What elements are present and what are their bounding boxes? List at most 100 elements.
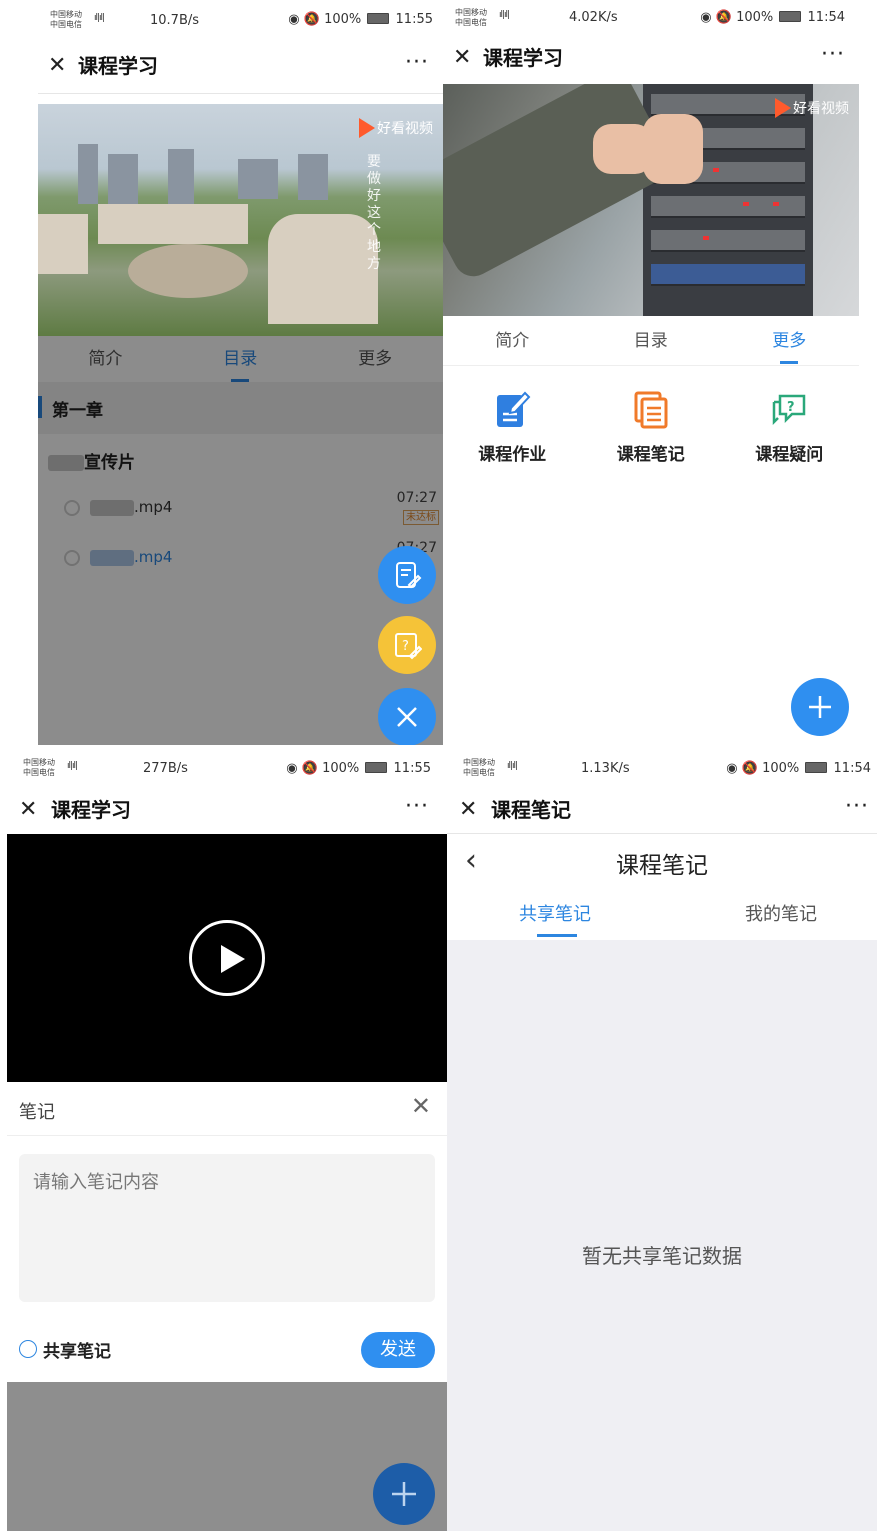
video-player[interactable]: 要做好这个地方 好看视频 (38, 104, 443, 336)
empty-state-text: 暂无共享笔记数据 (582, 1244, 742, 1268)
eye-icon: ◉ (286, 761, 298, 776)
notes-tab-bar: 共享笔记 我的笔记 (447, 888, 877, 940)
more-menu-button[interactable]: ··· (845, 794, 869, 819)
status-bar: 中国移动 中国电信 ıl|ıl| 1.13K/s ◉ 🔕 100% 11:54 (447, 752, 877, 792)
ask-question-button[interactable]: ? (378, 616, 436, 674)
battery-percent: 100% (736, 10, 774, 25)
carrier-1: 中国移动 (23, 758, 55, 767)
share-radio[interactable] (19, 1340, 37, 1358)
video-player[interactable] (7, 834, 447, 1082)
mute-icon: 🔕 (741, 761, 758, 776)
haokan-logo: 好看视频 (359, 118, 433, 138)
close-icon[interactable]: ✕ (459, 798, 477, 822)
battery-icon (805, 762, 828, 773)
more-menu-button[interactable]: ··· (821, 42, 845, 67)
battery-icon (779, 11, 802, 22)
tab-catalog[interactable]: 目录 (582, 318, 721, 364)
notes-header: ‹ 课程笔记 共享笔记 我的笔记 (447, 836, 877, 940)
battery-percent: 100% (324, 12, 362, 27)
status-right: ◉ 🔕 100% 11:55 (288, 12, 433, 27)
close-icon[interactable]: ✕ (411, 1092, 431, 1120)
add-button[interactable] (373, 1463, 435, 1525)
carrier-2: 中国电信 (50, 20, 82, 29)
haokan-logo: 好看视频 (775, 98, 849, 118)
carrier-label: 中国移动 中国电信 (23, 758, 55, 778)
video-calligraphy: 要做好这个地方 (367, 154, 381, 272)
status-bar: 中国移动 中国电信 ıl|ıl| 277B/s ◉ 🔕 100% 11:55 (7, 752, 447, 792)
close-icon[interactable]: ✕ (48, 54, 66, 78)
question-icon: ? (773, 394, 806, 426)
mute-icon: 🔕 (301, 761, 318, 776)
play-icon (221, 945, 245, 973)
feature-grid: 课程作业 课程笔记 ? 课程疑问 (443, 390, 859, 480)
close-fab-button[interactable] (378, 688, 436, 745)
signal-icon: ıl|ıl| (67, 761, 78, 771)
clock: 11:55 (395, 12, 433, 27)
plus-icon (809, 696, 831, 718)
carrier-label: 中国移动 中国电信 (455, 8, 487, 28)
haokan-logo-text: 好看视频 (793, 101, 849, 117)
tab-underline (537, 934, 577, 937)
course-homework-button[interactable]: 课程作业 (443, 390, 582, 465)
status-bar: 中国移动 中国电信 ıl|ıl| 10.7B/s ◉ 🔕 100% 11:55 (38, 0, 443, 44)
haokan-logo-text: 好看视频 (377, 121, 433, 137)
network-speed: 1.13K/s (581, 761, 630, 776)
battery-icon (367, 13, 390, 24)
course-notes-button[interactable]: 课程笔记 (582, 390, 721, 465)
write-note-button[interactable] (378, 546, 436, 604)
feature-label: 课程疑问 (755, 445, 824, 465)
clock: 11:55 (393, 761, 431, 776)
video-player[interactable]: 好看视频 (443, 84, 859, 316)
share-row: 共享笔记 发送 (7, 1324, 447, 1380)
mute-icon: 🔕 (715, 10, 732, 25)
more-menu-button[interactable]: ··· (405, 50, 429, 75)
notes-icon (634, 391, 668, 429)
status-right: ◉ 🔕 100% 11:55 (286, 761, 431, 776)
status-right: ◉ 🔕 100% 11:54 (700, 10, 845, 25)
note-content-input[interactable] (19, 1154, 435, 1302)
signal-icon: ıl|ıl| (499, 10, 510, 20)
signal-icon: ıl|ıl| (94, 13, 105, 23)
panel-note-editor: 中国移动 中国电信 ıl|ıl| 277B/s ◉ 🔕 100% 11:55 ✕… (7, 752, 447, 1531)
carrier-2: 中国电信 (23, 768, 55, 777)
question-edit-icon: ? (395, 633, 422, 660)
play-button[interactable] (189, 920, 265, 996)
title-bar: ✕ 课程学习 ··· (7, 788, 447, 834)
feature-label: 课程笔记 (616, 445, 685, 465)
tab-my-notes[interactable]: 我的笔记 (745, 900, 817, 926)
tab-intro[interactable]: 简介 (443, 318, 582, 364)
mute-icon: 🔕 (303, 12, 320, 27)
signal-icon: ıl|ıl| (507, 761, 518, 771)
tab-more[interactable]: 更多 (720, 318, 859, 364)
network-speed: 10.7B/s (150, 13, 200, 28)
tab-shared-notes[interactable]: 共享笔记 (519, 900, 591, 937)
share-label[interactable]: 共享笔记 (43, 1337, 111, 1362)
add-button[interactable] (791, 678, 849, 736)
course-questions-button[interactable]: ? 课程疑问 (720, 390, 859, 465)
eye-icon: ◉ (726, 761, 738, 776)
panel-course-notes: 中国移动 中国电信 ıl|ıl| 1.13K/s ◉ 🔕 100% 11:54 … (447, 752, 877, 1531)
tab-underline (780, 361, 799, 364)
title-bar: ✕ 课程学习 ··· (443, 38, 859, 84)
send-button[interactable]: 发送 (361, 1332, 435, 1368)
close-icon[interactable]: ✕ (19, 798, 37, 822)
note-title: 笔记 (19, 1102, 55, 1123)
eye-icon: ◉ (700, 10, 712, 25)
page-title: 课程学习 (483, 46, 563, 70)
carrier-label: 中国移动 中国电信 (50, 10, 82, 30)
battery-percent: 100% (762, 761, 800, 776)
title-bar: ✕ 课程学习 ··· (38, 44, 443, 94)
close-icon[interactable]: ✕ (453, 46, 471, 70)
tab-label: 简介 (495, 331, 530, 351)
more-menu-button[interactable]: ··· (405, 794, 429, 819)
panel-course-catalog: 中国移动 中国电信 ıl|ıl| 10.7B/s ◉ 🔕 100% 11:55 … (38, 0, 443, 745)
haokan-play-icon (775, 98, 791, 118)
carrier-2: 中国电信 (463, 768, 495, 777)
eye-icon: ◉ (288, 12, 300, 27)
battery-icon (365, 762, 388, 773)
page-title: 课程学习 (78, 54, 158, 78)
feature-label: 课程作业 (478, 445, 547, 465)
title-bar: ✕ 课程笔记 ··· (447, 788, 877, 834)
dim-overlay[interactable] (38, 336, 443, 745)
notes-page-title: 课程笔记 (616, 853, 708, 879)
